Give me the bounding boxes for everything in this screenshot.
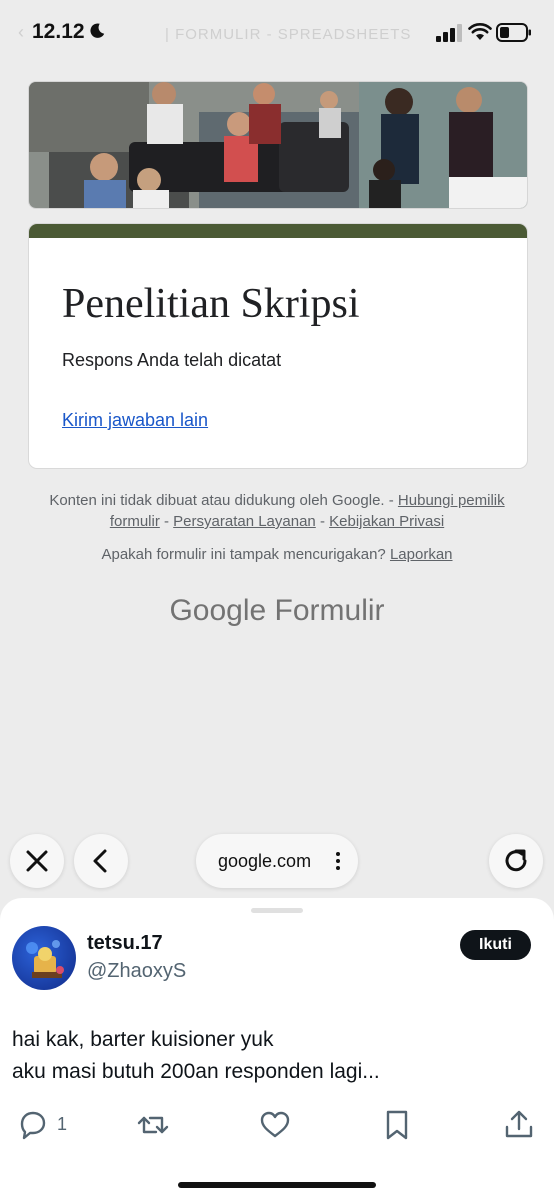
home-indicator[interactable] <box>178 1182 376 1188</box>
share-icon[interactable] <box>502 1108 536 1142</box>
url-text: google.com <box>218 851 312 871</box>
form-header-image <box>28 81 528 209</box>
reload-button[interactable] <box>489 834 543 888</box>
close-browser-button[interactable] <box>10 834 64 888</box>
back-button[interactable] <box>74 834 128 888</box>
tweet-actions: 1 <box>0 1108 554 1148</box>
privacy-link[interactable]: Kebijakan Privasi <box>329 513 444 530</box>
tweet-text: hai kak, barter kuisioner yuk aku masi b… <box>12 1024 380 1088</box>
bookmark-icon[interactable] <box>380 1108 414 1142</box>
report-link[interactable]: Laporkan <box>390 546 453 563</box>
like-icon[interactable] <box>258 1108 292 1142</box>
response-recorded-message: Respons Anda telah dicatat <box>62 350 282 370</box>
card-accent-bar <box>29 224 527 238</box>
wifi-icon <box>468 23 492 40</box>
avatar[interactable] <box>12 926 76 990</box>
status-time: 12.12 <box>32 20 85 43</box>
status-bar: ‹ 12.12 | FORMULIR - SPREADSHEETS <box>0 0 554 66</box>
google-forms-logo: Google Formulir <box>0 594 554 628</box>
display-name[interactable]: tetsu.17 <box>87 932 163 955</box>
reply-count: 1 <box>57 1114 68 1134</box>
url-bar[interactable]: google.com <box>196 834 358 888</box>
tweet-sheet: tetsu.17 @ZhaoxyS Ikuti hai kak, barter … <box>0 898 554 1200</box>
follow-button[interactable]: Ikuti <box>460 930 531 960</box>
forms-wordmark: Formulir <box>274 594 385 627</box>
google-wordmark: Google <box>169 594 267 627</box>
form-title: Penelitian Skripsi <box>62 281 360 327</box>
report-line: Apakah formulir ini tampak mencurigakan?… <box>40 546 514 563</box>
party-photo <box>29 82 527 208</box>
ghost-tab-title: | FORMULIR - SPREADSHEETS <box>165 26 412 43</box>
disclaimer-text: Konten ini tidak dibuat atau didukung ol… <box>49 492 394 509</box>
ghost-back-glyph: ‹ <box>18 22 24 42</box>
signal-icon <box>436 24 462 42</box>
confirmation-card: Penelitian Skripsi Respons Anda telah di… <box>28 223 528 469</box>
more-icon[interactable] <box>336 850 340 872</box>
suspicious-question: Apakah formulir ini tampak mencurigakan? <box>101 546 386 563</box>
sheet-grabber[interactable] <box>251 908 303 913</box>
retweet-icon[interactable] <box>136 1108 170 1142</box>
submit-another-response-link[interactable]: Kirim jawaban lain <box>62 410 208 431</box>
tweet-line-2: aku masi butuh 200an responden lagi... <box>12 1060 380 1083</box>
close-icon <box>26 850 48 872</box>
user-handle[interactable]: @ZhaoxyS <box>87 960 186 983</box>
avatar-image <box>26 940 64 978</box>
terms-link[interactable]: Persyaratan Layanan <box>173 513 316 530</box>
tweet-line-1: hai kak, barter kuisioner yuk <box>12 1028 274 1051</box>
moon-icon <box>90 23 105 38</box>
form-footer-disclaimer: Konten ini tidak dibuat atau didukung ol… <box>49 492 505 530</box>
battery-icon <box>496 23 531 42</box>
reply-icon[interactable] <box>16 1108 50 1142</box>
reload-icon <box>505 849 527 872</box>
back-icon <box>93 849 107 873</box>
